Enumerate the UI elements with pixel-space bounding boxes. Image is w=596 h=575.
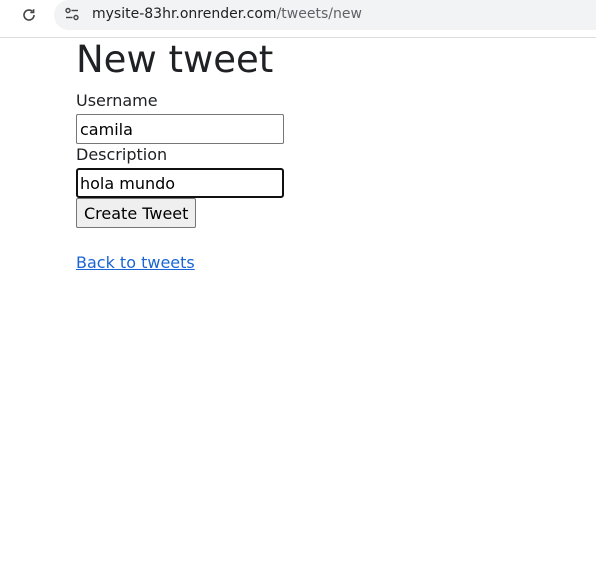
address-bar[interactable]: mysite-83hr.onrender.com/tweets/new (54, 0, 596, 30)
username-label: Username (76, 91, 158, 110)
back-to-tweets-link[interactable]: Back to tweets (76, 253, 195, 273)
site-info-icon[interactable] (63, 5, 81, 23)
reload-icon (23, 9, 35, 21)
url-path: /tweets/new (276, 6, 362, 22)
reload-button[interactable] (18, 4, 40, 26)
page-title: New tweet (76, 38, 274, 81)
create-tweet-button[interactable]: Create Tweet (76, 198, 197, 228)
browser-toolbar: mysite-83hr.onrender.com/tweets/new (0, 0, 596, 38)
description-field[interactable] (76, 168, 284, 198)
username-field[interactable] (76, 114, 284, 144)
url-host: mysite-83hr.onrender.com (92, 6, 277, 22)
description-label: Description (76, 145, 168, 164)
url-text[interactable]: mysite-83hr.onrender.com/tweets/new (92, 5, 362, 23)
